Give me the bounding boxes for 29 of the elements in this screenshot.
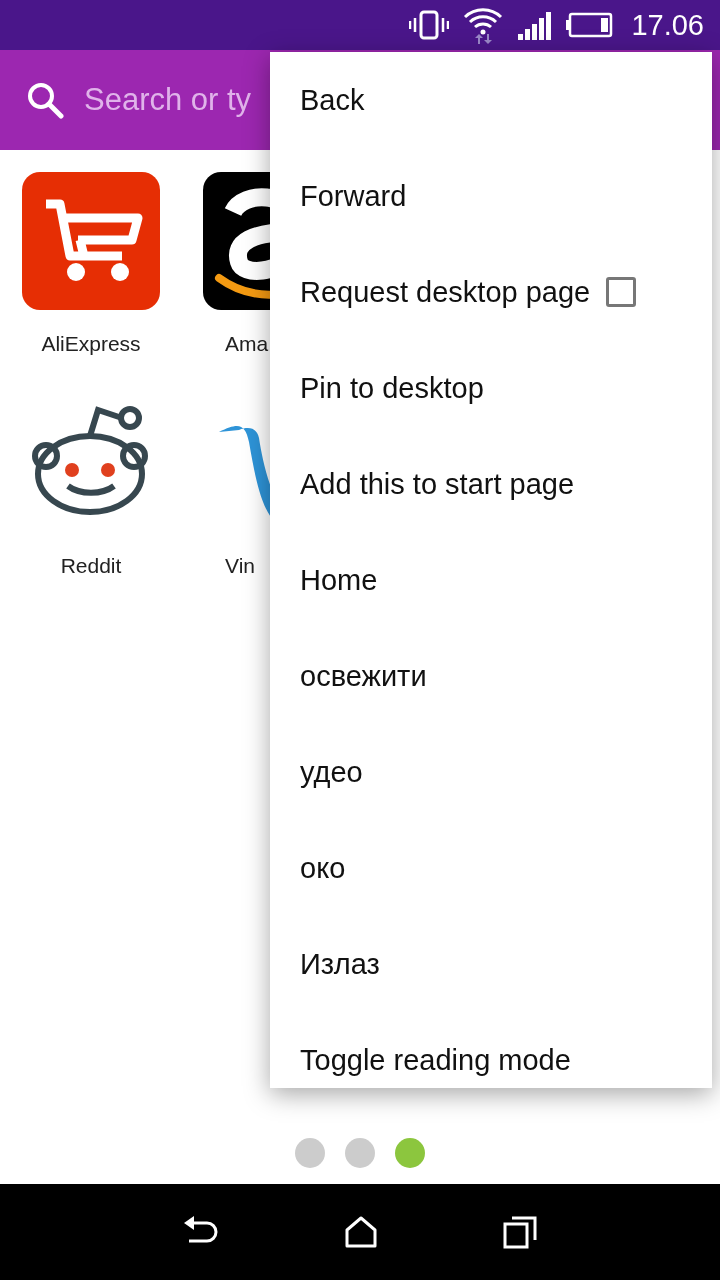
shortcut-label[interactable]: AliExpress — [41, 332, 141, 356]
menu-item[interactable]: Home — [270, 532, 712, 628]
menu-item[interactable]: Add this to start page — [270, 436, 712, 532]
search-icon[interactable] — [26, 81, 64, 119]
page-dot[interactable] — [345, 1138, 375, 1168]
menu-item[interactable]: Forward — [270, 148, 712, 244]
menu-item[interactable]: Request desktop page — [270, 244, 712, 340]
shortcut-label[interactable]: Vin — [203, 554, 255, 578]
battery-icon — [565, 12, 614, 38]
wifi-icon — [463, 5, 504, 45]
menu-item[interactable]: Излаз — [270, 916, 712, 1012]
menu-item[interactable]: освежити — [270, 628, 712, 724]
menu-item[interactable]: Pin to desktop — [270, 340, 712, 436]
page-dot[interactable] — [395, 1138, 425, 1168]
shortcut-label[interactable]: Reddit — [60, 554, 122, 578]
menu-item[interactable]: Back — [270, 52, 712, 148]
checkbox[interactable] — [606, 277, 637, 307]
search-field[interactable]: Search or ty — [84, 82, 264, 118]
clock-time: 17.06 — [631, 8, 704, 42]
menu-item[interactable]: Toggle reading mode — [270, 1012, 712, 1088]
menu-item[interactable]: удео — [270, 724, 712, 820]
vibrate-icon — [409, 10, 450, 40]
signal-icon — [517, 10, 552, 40]
cart-icon[interactable] — [22, 172, 160, 310]
page-dot[interactable] — [295, 1138, 325, 1168]
shortcut-label[interactable]: Ama — [203, 332, 269, 356]
menu-item[interactable]: око — [270, 820, 712, 916]
home-icon[interactable] — [345, 1216, 377, 1248]
recent-apps-icon[interactable] — [503, 1215, 537, 1249]
